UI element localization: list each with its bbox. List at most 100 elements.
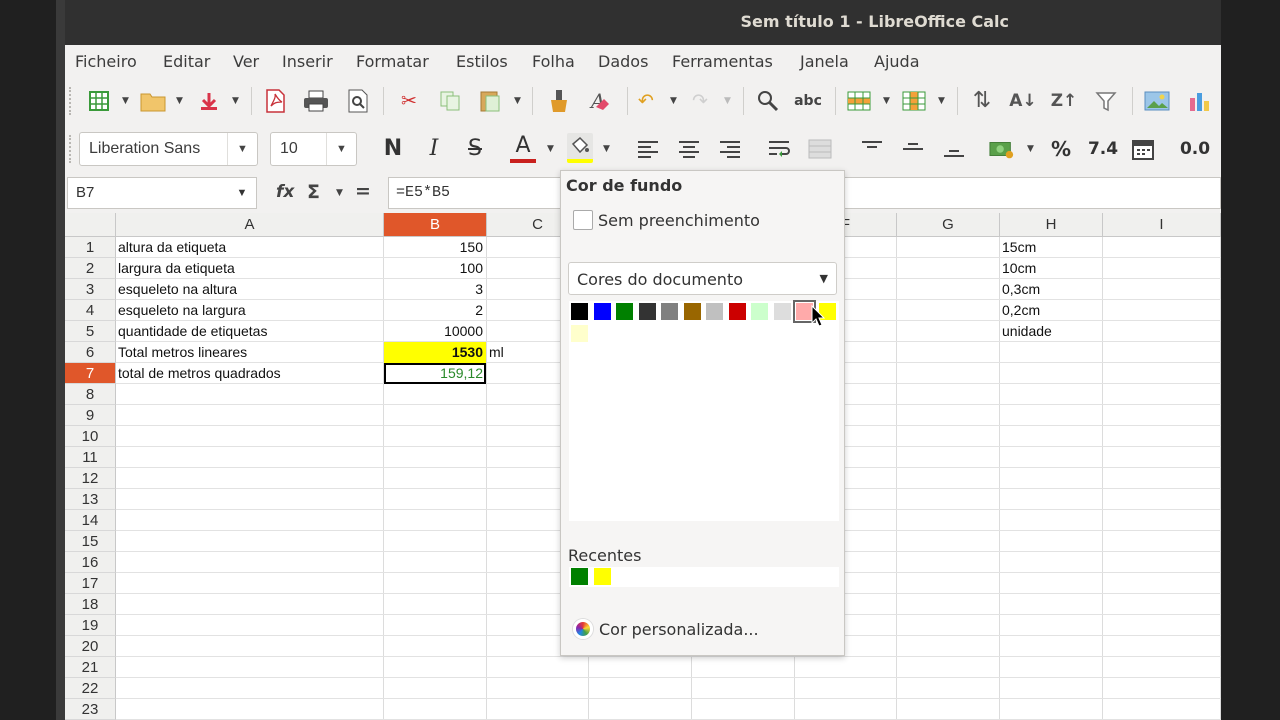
cell-h2[interactable]: 10cm <box>1000 258 1102 279</box>
align-center-icon[interactable] <box>676 136 702 162</box>
cell-b1[interactable]: 150 <box>384 237 486 258</box>
sum-dropdown-icon[interactable]: ▼ <box>336 188 343 198</box>
cell-b5[interactable]: 10000 <box>384 321 486 342</box>
cell-h1[interactable]: 15cm <box>1000 237 1102 258</box>
palette-select[interactable]: Cores do documento ▼ <box>568 262 837 295</box>
row-header-9[interactable]: 9 <box>65 405 116 426</box>
add-decimal-button[interactable]: 0.0 <box>1177 136 1213 162</box>
row-header-8[interactable]: 8 <box>65 384 116 405</box>
cell-a3[interactable]: esqueleto na altura <box>116 279 383 300</box>
export-pdf-icon[interactable] <box>262 88 288 114</box>
name-box[interactable]: B7 ▼ <box>67 177 257 209</box>
menu-estilos[interactable]: Estilos <box>456 52 508 71</box>
select-all-corner[interactable] <box>65 213 116 237</box>
row-header-3[interactable]: 3 <box>65 279 116 300</box>
menu-formatar[interactable]: Formatar <box>356 52 429 71</box>
cell-b3[interactable]: 3 <box>384 279 486 300</box>
sort-descending-icon[interactable]: Z↑ <box>1051 88 1078 114</box>
center-vertically-icon[interactable] <box>900 136 926 162</box>
color-swatch[interactable] <box>593 303 611 320</box>
cell-a6[interactable]: Total metros lineares <box>116 342 383 363</box>
column-header-h[interactable]: H <box>1000 213 1103 237</box>
row-header-22[interactable]: 22 <box>65 678 116 699</box>
menu-inserir[interactable]: Inserir <box>282 52 333 71</box>
row-header-19[interactable]: 19 <box>65 615 116 636</box>
color-swatch[interactable] <box>773 303 791 320</box>
insert-image-icon[interactable] <box>1144 88 1170 114</box>
row-header-6[interactable]: 6 <box>65 342 116 363</box>
row-header-1[interactable]: 1 <box>65 237 116 258</box>
custom-color-button[interactable]: Cor personalizada... <box>573 619 759 639</box>
row-icon[interactable] <box>846 88 872 114</box>
row-header-10[interactable]: 10 <box>65 426 116 447</box>
wrap-text-icon[interactable] <box>767 136 793 162</box>
menu-ajuda[interactable]: Ajuda <box>874 52 920 71</box>
clone-formatting-icon[interactable] <box>546 88 572 114</box>
color-swatch[interactable] <box>571 325 588 342</box>
italic-button[interactable]: I <box>421 136 447 162</box>
row-header-17[interactable]: 17 <box>65 573 116 594</box>
menu-dados[interactable]: Dados <box>598 52 648 71</box>
font-name-box[interactable]: Liberation Sans ▼ <box>79 132 258 166</box>
paste-dropdown-icon[interactable]: ▼ <box>514 96 521 106</box>
palette-dropdown-icon[interactable]: ▼ <box>820 272 828 285</box>
formula-icon[interactable]: = <box>355 180 371 202</box>
align-right-icon[interactable] <box>717 136 743 162</box>
open-folder-icon[interactable] <box>140 88 166 114</box>
merge-cells-icon[interactable] <box>807 136 833 162</box>
font-name-dropdown-icon[interactable]: ▼ <box>227 133 257 165</box>
color-swatch[interactable] <box>751 303 768 320</box>
cell-b2[interactable]: 100 <box>384 258 486 279</box>
menu-janela[interactable]: Janela <box>800 52 849 71</box>
cell-h4[interactable]: 0,2cm <box>1000 300 1102 321</box>
insert-chart-icon[interactable] <box>1186 88 1212 114</box>
font-size-dropdown-icon[interactable]: ▼ <box>326 133 356 165</box>
cell-a5[interactable]: quantidade de etiquetas <box>116 321 383 342</box>
clear-formatting-icon[interactable]: A <box>587 88 613 114</box>
function-wizard-icon[interactable]: fx <box>276 182 294 202</box>
row-header-5[interactable]: 5 <box>65 321 116 342</box>
recent-color-swatch[interactable] <box>593 568 611 585</box>
row-header-12[interactable]: 12 <box>65 468 116 489</box>
color-swatch[interactable] <box>728 303 746 320</box>
toolbar-grip[interactable] <box>69 135 72 163</box>
cut-icon[interactable]: ✂ <box>396 88 422 114</box>
spelling-icon[interactable]: abc <box>794 88 822 114</box>
row-header-16[interactable]: 16 <box>65 552 116 573</box>
cell-a7[interactable]: total de metros quadrados <box>116 363 383 384</box>
background-color-dropdown-icon[interactable]: ▼ <box>603 144 610 154</box>
column-header-g[interactable]: G <box>897 213 1000 237</box>
copy-icon[interactable] <box>437 88 463 114</box>
row-header-21[interactable]: 21 <box>65 657 116 678</box>
color-swatch[interactable] <box>616 303 633 320</box>
menu-ficheiro[interactable]: Ficheiro <box>75 52 137 71</box>
menu-editar[interactable]: Editar <box>163 52 210 71</box>
open-dropdown-icon[interactable]: ▼ <box>176 96 183 106</box>
no-fill-option[interactable]: Sem preenchimento <box>573 210 760 230</box>
row-header-7[interactable]: 7 <box>65 363 116 384</box>
align-bottom-icon[interactable] <box>941 136 967 162</box>
currency-dropdown-icon[interactable]: ▼ <box>1027 144 1034 154</box>
new-spreadsheet-icon[interactable] <box>86 88 112 114</box>
cell-h5[interactable]: unidade <box>1000 321 1102 342</box>
number-format-button[interactable]: 7.4 <box>1087 136 1119 162</box>
row-header-11[interactable]: 11 <box>65 447 116 468</box>
row-header-15[interactable]: 15 <box>65 531 116 552</box>
no-fill-checkbox[interactable] <box>573 210 593 230</box>
row-header-18[interactable]: 18 <box>65 594 116 615</box>
font-size-box[interactable]: 10 ▼ <box>270 132 357 166</box>
redo-icon[interactable]: ↷ <box>687 88 713 114</box>
sum-icon[interactable]: Σ <box>307 181 320 203</box>
cell-b7[interactable]: 159,12 <box>384 363 486 384</box>
print-preview-icon[interactable] <box>345 88 371 114</box>
sort-icon[interactable]: ⇅ <box>969 88 995 114</box>
column-icon[interactable] <box>901 88 927 114</box>
currency-format-icon[interactable] <box>989 136 1015 162</box>
row-dropdown-icon[interactable]: ▼ <box>883 96 890 106</box>
cell-b6[interactable]: 1530 <box>384 342 486 363</box>
color-swatch[interactable] <box>638 303 656 320</box>
align-top-icon[interactable] <box>859 136 885 162</box>
save-icon[interactable] <box>196 88 222 114</box>
toolbar-grip[interactable] <box>69 87 72 115</box>
cell-a1[interactable]: altura da etiqueta <box>116 237 383 258</box>
